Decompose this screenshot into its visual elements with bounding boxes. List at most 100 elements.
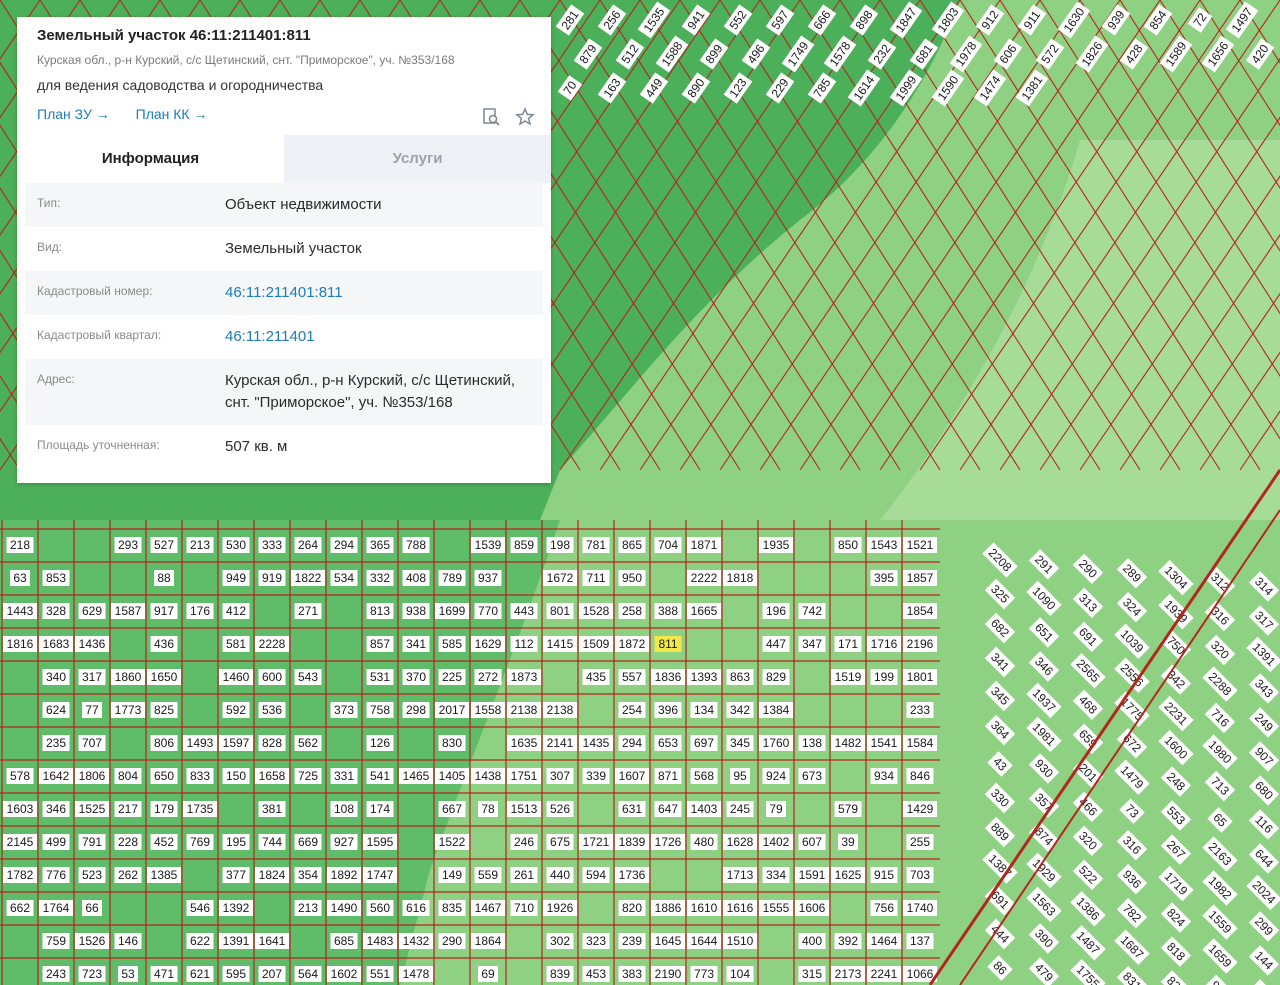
parcel-number-text: 264 <box>298 538 318 552</box>
parcel-number: 669 <box>295 834 322 850</box>
parcel-number-text: 69 <box>481 967 495 981</box>
tab-services[interactable]: Услуги <box>284 135 551 183</box>
plan-kk-link[interactable]: План КК → <box>136 106 208 122</box>
tab-info[interactable]: Информация <box>17 135 284 183</box>
parcel-number: 579 <box>835 801 862 817</box>
parcel-number-text: 53 <box>121 967 135 981</box>
parcel-number-text: 579 <box>838 802 858 816</box>
parcel-number-text: 801 <box>550 604 570 618</box>
parcel-number-text: 950 <box>622 571 642 585</box>
parcel-number-text: 480 <box>694 835 714 849</box>
parcel-number-text: 839 <box>550 967 570 981</box>
parcel-number: 742 <box>799 603 826 619</box>
parcel-number: 112 <box>511 636 538 652</box>
parcel-number: 290 <box>439 933 466 949</box>
parcel-number-text: 1726 <box>655 835 682 849</box>
parcel-number-text: 294 <box>622 736 642 750</box>
parcel-number-text: 2222 <box>691 571 718 585</box>
parcel-number: 199 <box>871 669 898 685</box>
parcel-number: 653 <box>655 735 682 751</box>
parcel-number-text: 1721 <box>583 835 610 849</box>
parcel-number: 594 <box>583 867 610 883</box>
parcel-number-text: 685 <box>334 934 354 948</box>
info-value: Курская обл., р-н Курский, с/с Щетинский… <box>225 359 525 425</box>
parcel-number-text: 667 <box>442 802 462 816</box>
parcel-number-text: 568 <box>694 769 714 783</box>
parcel-number-text: 581 <box>226 637 246 651</box>
parcel-number: 546 <box>187 900 214 916</box>
parcel-number: 373 <box>331 702 358 718</box>
parcel-number: 560 <box>367 900 394 916</box>
parcel-number: 559 <box>475 867 502 883</box>
parcel-number: 1464 <box>867 933 901 949</box>
parcel-number: 543 <box>295 669 322 685</box>
parcel-number: 179 <box>151 801 178 817</box>
info-value: 507 кв. м <box>225 425 531 469</box>
parcel-number: 95 <box>730 768 750 784</box>
parcel-number-text: 1509 <box>583 637 610 651</box>
parcel-number: 345 <box>727 735 754 751</box>
parcel-number: 1871 <box>687 537 721 553</box>
parcel-number-text: 1818 <box>727 571 754 585</box>
parcel-number-text: 63 <box>13 571 27 585</box>
parcel-number-text: 631 <box>622 802 642 816</box>
plan-zu-link[interactable]: План ЗУ → <box>37 106 110 122</box>
parcel-number: 436 <box>151 636 178 652</box>
parcel-number-text: 412 <box>226 604 246 618</box>
parcel-number: 1591 <box>795 867 829 883</box>
parcel-number-text: 653 <box>658 736 678 750</box>
parcel-number-text: 294 <box>334 538 354 552</box>
parcel-number: 919 <box>259 570 286 586</box>
parcel-number: 624 <box>43 702 70 718</box>
parcel-number-text: 271 <box>298 604 318 618</box>
parcel-number: 1555 <box>759 900 793 916</box>
search-document-icon[interactable] <box>481 107 501 127</box>
parcel-number-text: 255 <box>910 835 930 849</box>
parcel-number: 1597 <box>219 735 253 751</box>
cadastral-quarter-link[interactable]: 46:11:211401 <box>225 315 531 359</box>
parcel-number-text: 1460 <box>223 670 250 684</box>
parcel-number: 833 <box>187 768 214 784</box>
parcel-number: 759 <box>43 933 70 949</box>
parcel-number-text: 711 <box>586 571 605 585</box>
parcel-number-text: 1493 <box>187 736 214 750</box>
parcel-number: 607 <box>799 834 826 850</box>
parcel-number-text: 1595 <box>367 835 394 849</box>
parcel-number: 452 <box>151 834 178 850</box>
parcel-number-text: 804 <box>118 769 138 783</box>
parcel-number: 534 <box>331 570 358 586</box>
parcel-number: 53 <box>118 966 138 982</box>
parcel-number-text: 381 <box>262 802 282 816</box>
parcel-number: 616 <box>403 900 430 916</box>
parcel-number-text: 1747 <box>367 868 394 882</box>
parcel-number-text: 1665 <box>691 604 718 618</box>
parcel-number-text: 1436 <box>79 637 106 651</box>
parcel-number-text: 150 <box>226 769 246 783</box>
parcel-number-text: 669 <box>298 835 318 849</box>
parcel-number: 134 <box>691 702 718 718</box>
parcel-number-text: 331 <box>334 769 354 783</box>
parcel-number: 725 <box>295 768 322 784</box>
info-key: Площадь уточненная: <box>37 438 160 452</box>
parcel-number: 744 <box>259 834 286 850</box>
info-row-cadastral-quarter: Кадастровый квартал: 46:11:211401 <box>25 315 543 359</box>
parcel-number: 370 <box>403 669 430 685</box>
parcel-number-text: 2145 <box>7 835 34 849</box>
parcel-number: 258 <box>619 603 646 619</box>
parcel-number: 1645 <box>651 933 685 949</box>
parcel-number-text: 225 <box>442 670 462 684</box>
parcel-number-text: 1699 <box>439 604 466 618</box>
parcel-number: 1864 <box>471 933 505 949</box>
parcel-number-text: 207 <box>262 967 282 981</box>
parcel-number-text: 346 <box>46 802 66 816</box>
parcel-number: 1393 <box>687 669 721 685</box>
parcel-number: 662 <box>7 900 34 916</box>
parcel-number: 1699 <box>435 603 469 619</box>
parcel-number: 723 <box>79 966 106 982</box>
parcel-number: 381 <box>259 801 286 817</box>
parcel-number-text: 443 <box>514 604 534 618</box>
parcel-number-text: 1672 <box>547 571 574 585</box>
parcel-number-text: 865 <box>622 538 642 552</box>
cadastral-number-link[interactable]: 46:11:211401:811 <box>225 271 531 315</box>
star-icon[interactable] <box>515 107 535 127</box>
